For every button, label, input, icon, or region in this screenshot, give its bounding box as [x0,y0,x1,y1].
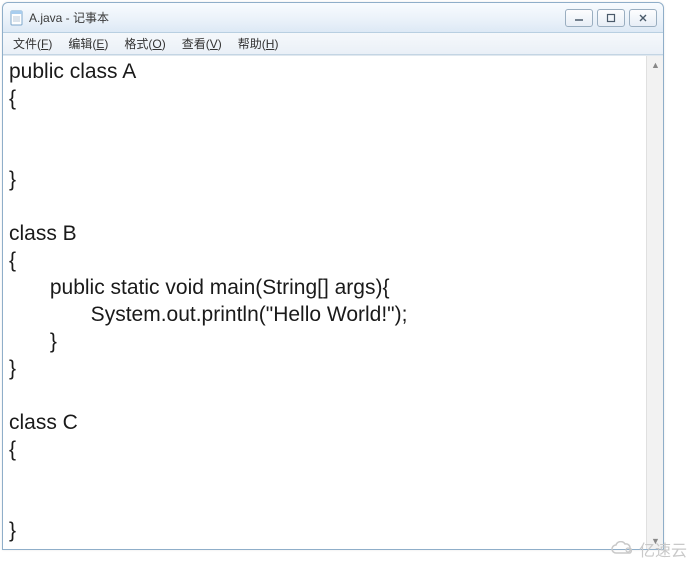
notepad-icon [9,10,25,26]
window-controls [565,9,657,27]
close-button[interactable] [629,9,657,27]
window-title: A.java - 记事本 [29,9,565,26]
vertical-scrollbar[interactable]: ▲ ▼ [646,56,663,549]
titlebar[interactable]: A.java - 记事本 [3,3,663,33]
scroll-down-arrow[interactable]: ▼ [647,532,664,549]
maximize-button[interactable] [597,9,625,27]
content-area: public class A { } class B { public stat… [3,55,663,549]
minimize-button[interactable] [565,9,593,27]
menu-view[interactable]: 查看(V) [174,33,230,54]
text-editor[interactable]: public class A { } class B { public stat… [3,56,646,549]
menu-edit[interactable]: 编辑(E) [60,33,116,54]
scroll-up-arrow[interactable]: ▲ [647,56,664,73]
menu-help[interactable]: 帮助(H) [230,33,287,54]
menu-file[interactable]: 文件(F) [5,33,60,54]
notepad-window: A.java - 记事本 文件(F) 编辑(E) 格式(O) 查看(V) 帮助(… [2,2,664,550]
menubar: 文件(F) 编辑(E) 格式(O) 查看(V) 帮助(H) [3,33,663,55]
menu-format[interactable]: 格式(O) [116,33,173,54]
